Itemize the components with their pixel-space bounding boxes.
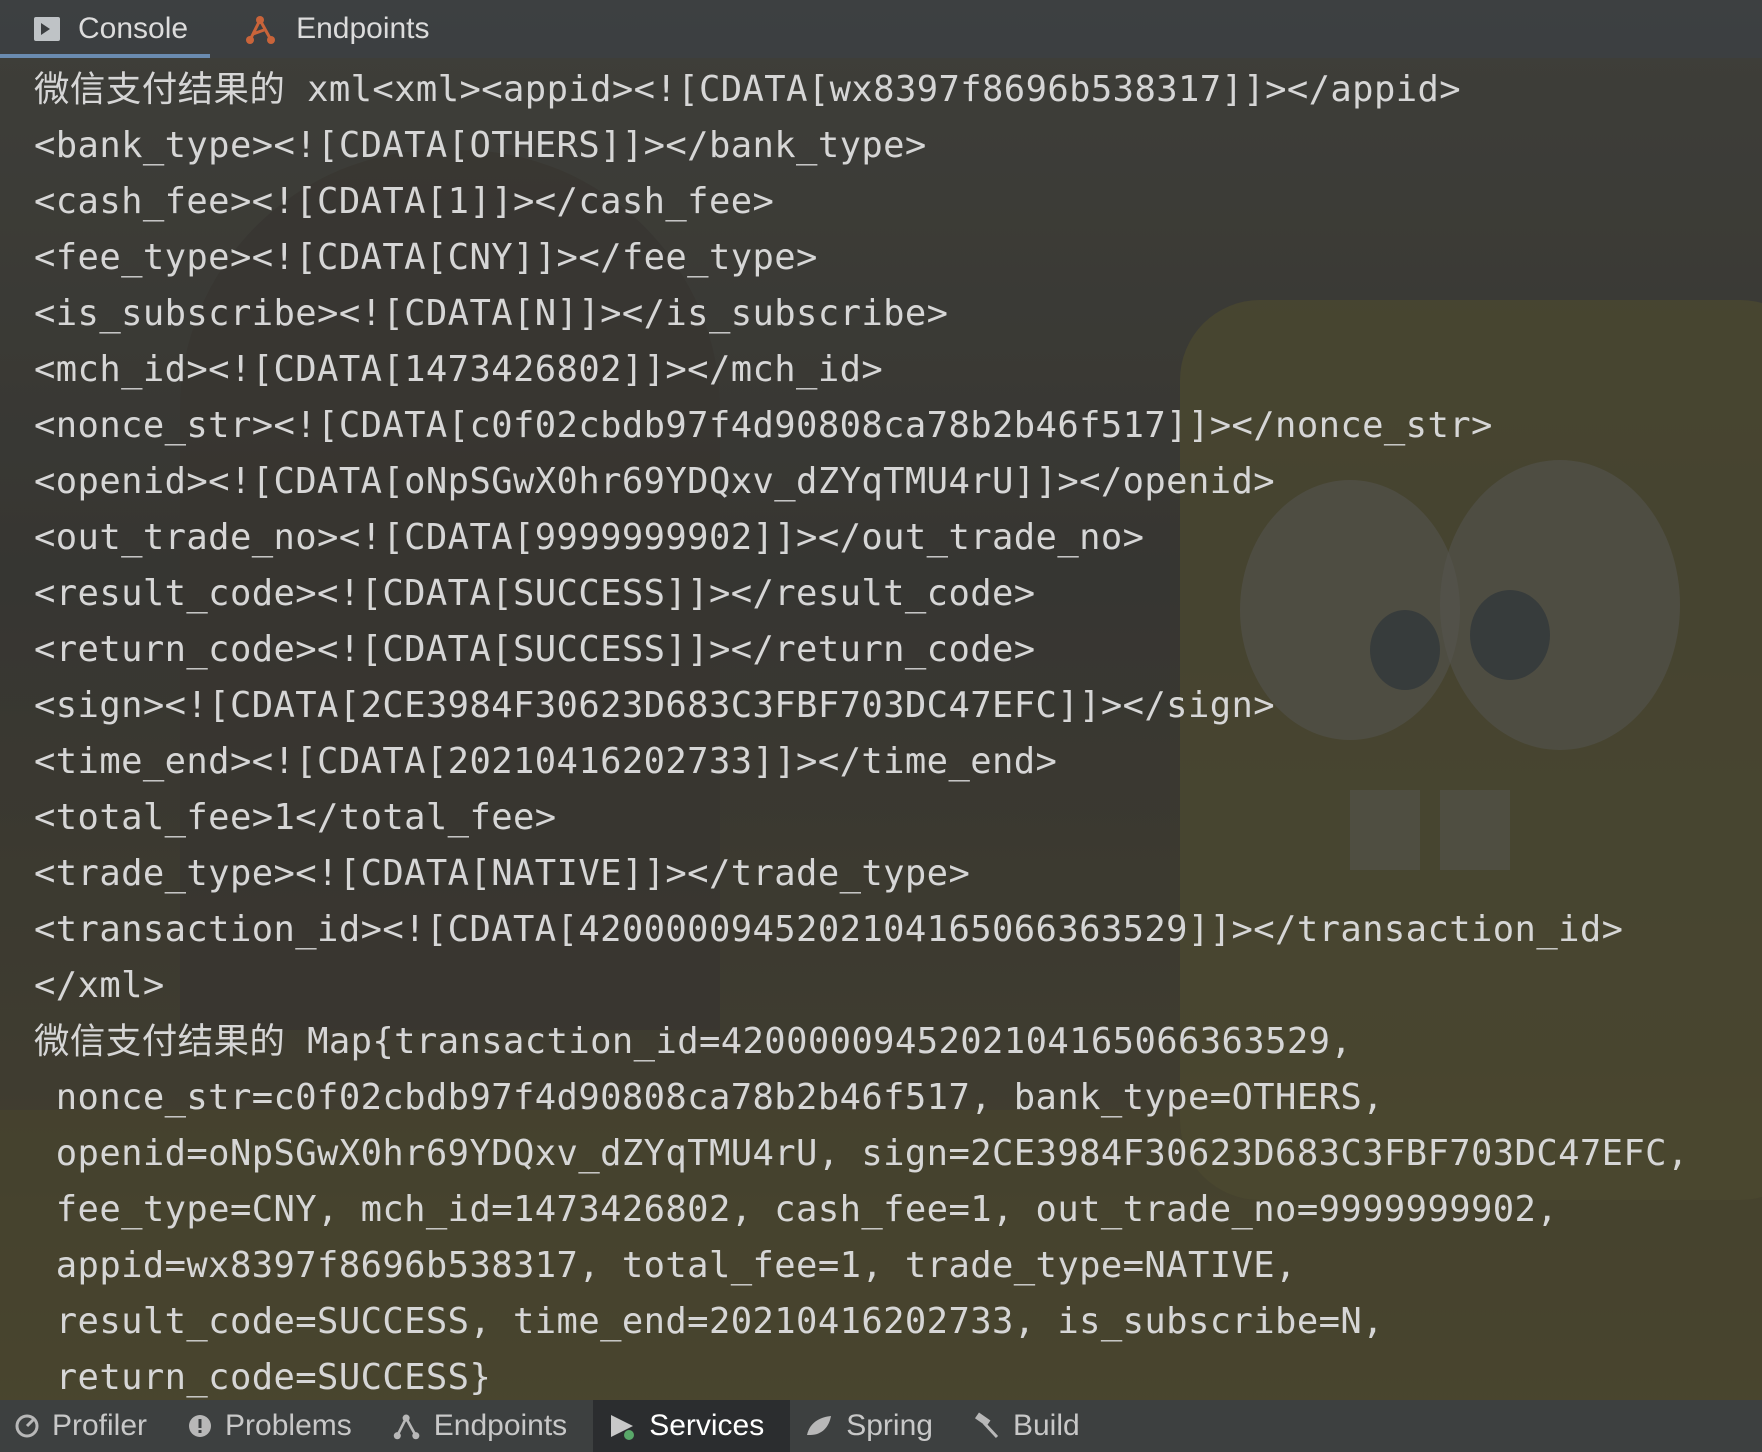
console-line: nonce_str=c0f02cbdb97f4d90808ca78b2b46f5… — [34, 1077, 1384, 1118]
console-line: 微信支付结果的 Map{transaction_id=4200000945202… — [34, 1021, 1353, 1062]
endpoints-icon — [392, 1411, 422, 1441]
tab-build[interactable]: Build — [959, 1400, 1106, 1452]
console-line: result_code=SUCCESS, time_end=2021041620… — [34, 1301, 1384, 1342]
endpoints-icon — [244, 12, 278, 46]
tab-problems[interactable]: Problems — [173, 1400, 378, 1452]
tab-spring[interactable]: Spring — [790, 1400, 959, 1452]
tab-services-label: Services — [649, 1409, 765, 1442]
console-line: <transaction_id><![CDATA[420000094520210… — [34, 909, 1624, 950]
problems-icon — [187, 1413, 213, 1439]
console-line: <result_code><![CDATA[SUCCESS]]></result… — [34, 573, 1036, 614]
run-tool-window-tabs: Console Endpoints — [0, 0, 1762, 58]
tab-endpoints-bottom[interactable]: Endpoints — [378, 1400, 593, 1452]
console-line: fee_type=CNY, mch_id=1473426802, cash_fe… — [34, 1189, 1559, 1230]
tool-window-bar: Profiler Problems Endpoints Services Spr… — [0, 1400, 1762, 1452]
console-line: <fee_type><![CDATA[CNY]]></fee_type> — [34, 237, 818, 278]
tab-console[interactable]: Console — [0, 0, 211, 58]
console-line: openid=oNpSGwX0hr69YDQxv_dZYqTMU4rU, sig… — [34, 1133, 1689, 1174]
console-line: appid=wx8397f8696b538317, total_fee=1, t… — [34, 1245, 1297, 1286]
console-line: <cash_fee><![CDATA[1]]></cash_fee> — [34, 181, 775, 222]
tab-console-label: Console — [78, 12, 189, 45]
tab-endpoints-bottom-label: Endpoints — [433, 1409, 568, 1442]
tab-build-label: Build — [1012, 1409, 1080, 1442]
tab-endpoints[interactable]: Endpoints — [210, 0, 451, 58]
tab-profiler-label: Profiler — [52, 1409, 148, 1442]
console-line: <bank_type><![CDATA[OTHERS]]></bank_type… — [34, 125, 927, 166]
console-line: 微信支付结果的 xml<xml><appid><![CDATA[wx8397f8… — [34, 69, 1462, 110]
tab-services[interactable]: Services — [593, 1400, 791, 1452]
console-line: return_code=SUCCESS} — [34, 1357, 492, 1398]
console-line: <total_fee>1</total_fee> — [34, 797, 557, 838]
console-line: <out_trade_no><![CDATA[9999999902]]></ou… — [34, 517, 1145, 558]
tab-problems-label: Problems — [225, 1409, 352, 1442]
console-line: <mch_id><![CDATA[1473426802]]></mch_id> — [34, 349, 884, 390]
console-line: </xml> — [34, 965, 165, 1006]
console-icon — [34, 17, 60, 41]
profiler-icon — [14, 1413, 40, 1439]
services-icon — [607, 1411, 637, 1441]
console-line: <is_subscribe><![CDATA[N]]></is_subscrib… — [34, 293, 949, 334]
tab-endpoints-label: Endpoints — [296, 12, 430, 45]
console-line: <nonce_str><![CDATA[c0f02cbdb97f4d90808c… — [34, 405, 1493, 446]
hammer-icon — [973, 1412, 1001, 1440]
spring-icon — [804, 1413, 834, 1439]
console-line: <sign><![CDATA[2CE3984F30623D683C3FBF703… — [34, 685, 1276, 726]
console-output[interactable]: 微信支付结果的 xml<xml><appid><![CDATA[wx8397f8… — [0, 58, 1762, 1400]
console-line: <return_code><![CDATA[SUCCESS]]></return… — [34, 629, 1036, 670]
console-line: <time_end><![CDATA[20210416202733]]></ti… — [34, 741, 1058, 782]
tab-profiler[interactable]: Profiler — [0, 1400, 173, 1452]
console-line: <openid><![CDATA[oNpSGwX0hr69YDQxv_dZYqT… — [34, 461, 1276, 502]
console-line: <trade_type><![CDATA[NATIVE]]></trade_ty… — [34, 853, 971, 894]
tab-spring-label: Spring — [846, 1409, 933, 1442]
